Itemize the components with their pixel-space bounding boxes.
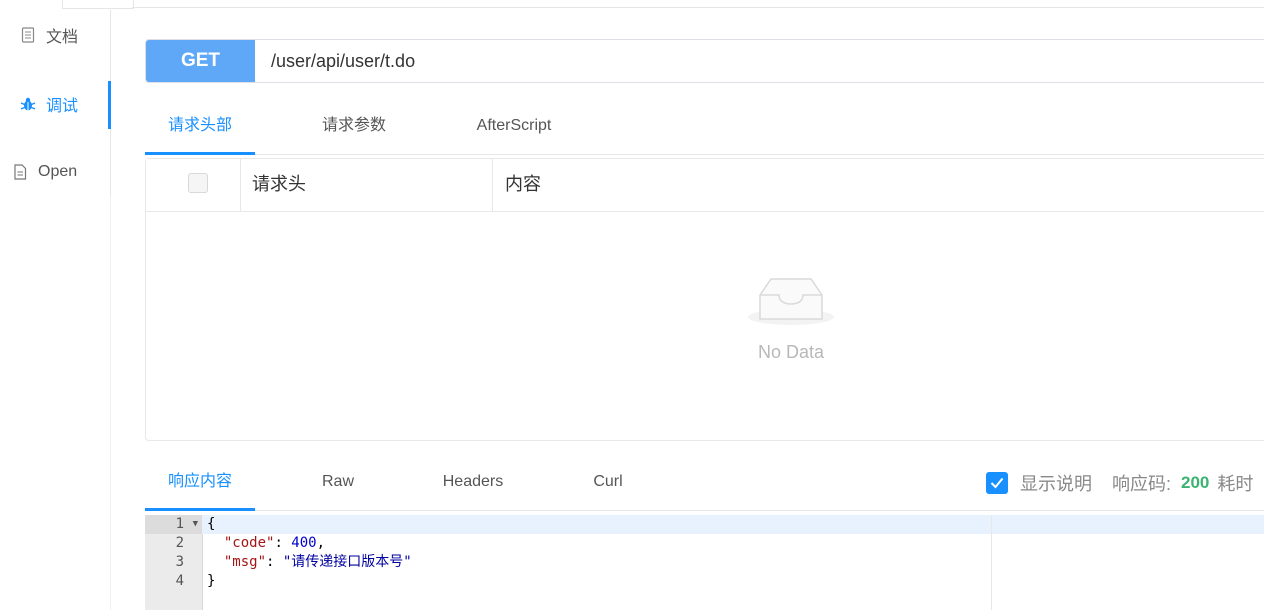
tab-request-headers[interactable]: 请求头部 bbox=[145, 110, 255, 155]
show-description-label: 显示说明 bbox=[1020, 474, 1092, 494]
empty-text: No Data bbox=[757, 342, 825, 362]
column-header-content: 内容 bbox=[505, 174, 541, 194]
line-number: 1 ▼ bbox=[145, 515, 202, 534]
line-number: 2 bbox=[175, 535, 184, 551]
top-tab-stub bbox=[62, 0, 134, 9]
code-line: "msg": "请传递接口版本号" bbox=[223, 554, 412, 570]
tab-curl[interactable]: Curl bbox=[583, 466, 633, 510]
response-editor[interactable]: 1 ▼ 2 3 4 { "code": 400, "msg": "请传递接口版本号… bbox=[145, 515, 1264, 610]
code-line: "code": 400, bbox=[223, 535, 326, 551]
response-meta: 显示说明 响应码: 200 耗时 bbox=[986, 470, 1253, 496]
status-code-value: 200 bbox=[1181, 473, 1210, 492]
tab-raw[interactable]: Raw bbox=[308, 466, 368, 510]
code-line: { bbox=[202, 515, 1264, 534]
request-tabs: 请求头部 请求参数 AfterScript bbox=[145, 110, 1264, 155]
check-icon bbox=[990, 477, 1004, 489]
sidebar-divider-lower bbox=[110, 196, 111, 610]
document-icon bbox=[18, 25, 38, 45]
headers-table: 请求头 内容 No Data bbox=[145, 158, 1264, 441]
empty-state: No Data bbox=[716, 271, 866, 363]
sidebar-item-docs[interactable]: 文档 bbox=[0, 12, 111, 58]
print-margin bbox=[991, 515, 992, 610]
editor-gutter: 1 ▼ 2 3 4 bbox=[145, 515, 203, 610]
http-method-button[interactable]: GET bbox=[146, 40, 255, 82]
top-divider bbox=[132, 7, 1264, 8]
editor-code[interactable]: { "code": 400, "msg": "请传递接口版本号" } bbox=[202, 515, 1264, 610]
fold-arrow-icon[interactable]: ▼ bbox=[193, 515, 198, 534]
sidebar-item-label: 文档 bbox=[46, 29, 79, 46]
tab-response-content[interactable]: 响应内容 bbox=[145, 466, 255, 511]
select-all-cell bbox=[146, 159, 241, 211]
code-line: } bbox=[207, 573, 216, 589]
column-header-name: 请求头 bbox=[240, 159, 493, 211]
file-icon bbox=[10, 162, 30, 182]
select-all-checkbox[interactable] bbox=[188, 173, 208, 193]
sidebar-item-label: Open bbox=[38, 163, 78, 180]
tab-after-script[interactable]: AfterScript bbox=[459, 110, 569, 154]
sidebar-item-label: 调试 bbox=[46, 98, 79, 115]
sidebar-item-open[interactable]: Open bbox=[0, 149, 111, 195]
show-description-checkbox[interactable] bbox=[986, 472, 1008, 494]
elapsed-time-label: 耗时 bbox=[1217, 474, 1254, 494]
bug-icon bbox=[18, 94, 38, 114]
line-number: 3 bbox=[175, 554, 184, 570]
tab-request-params[interactable]: 请求参数 bbox=[299, 110, 409, 154]
url-input[interactable] bbox=[255, 40, 1264, 82]
tab-headers[interactable]: Headers bbox=[433, 466, 513, 510]
sidebar-item-debug[interactable]: 调试 bbox=[0, 81, 111, 129]
line-number: 4 bbox=[175, 573, 184, 589]
sidebar: 文档 调试 Open bbox=[0, 0, 111, 610]
request-url-bar: GET bbox=[145, 39, 1264, 83]
empty-inbox-icon bbox=[746, 278, 836, 333]
table-header: 请求头 内容 bbox=[146, 159, 1264, 212]
status-code-label: 响应码: bbox=[1112, 474, 1172, 494]
